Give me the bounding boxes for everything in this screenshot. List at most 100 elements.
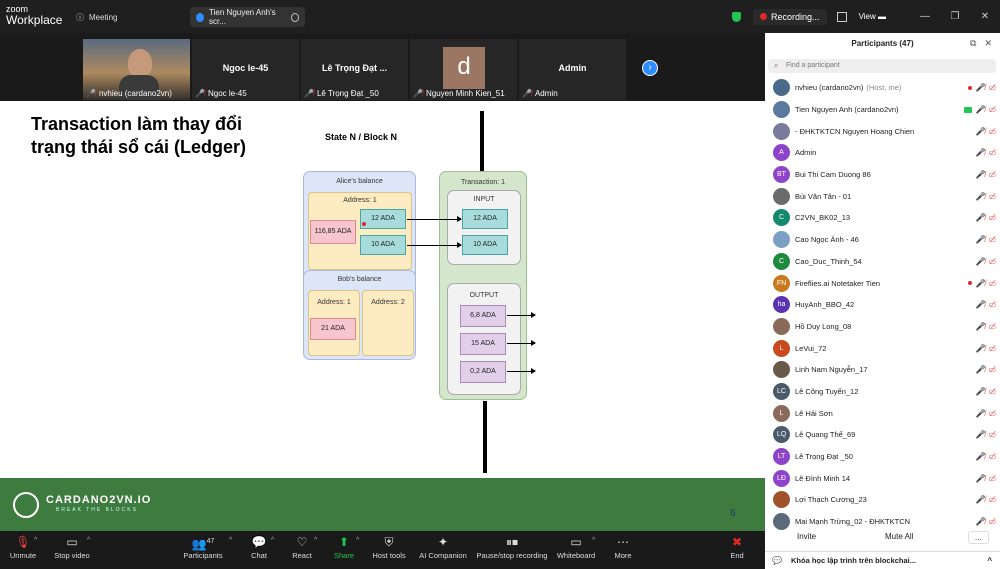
toolbar-label: End <box>730 551 744 560</box>
participant-status: 🎤̸ ▭̸ <box>975 235 996 244</box>
next-page-icon[interactable]: › <box>642 60 658 76</box>
video-off-icon: ▭̸ <box>988 386 996 396</box>
input-label: INPUT <box>473 196 495 203</box>
participant-name-text: nvhieu (cardano2vn) <box>795 83 864 93</box>
brand-name: CARDANO2VN.IO <box>46 494 152 506</box>
screen-share-indicator[interactable]: Tien Nguyen Anh's scr... <box>190 7 305 27</box>
participant-name: HuyAnh_BBO_42 <box>795 300 975 309</box>
meeting-info-button[interactable]: ⓘ Meeting <box>76 12 117 23</box>
participant-row[interactable]: C Cao_Duc_Thinh_54 🎤̸ ▭̸ <box>765 251 1000 273</box>
participant-row[interactable]: Bùi Văn Tân - 01 🎤̸ ▭̸ <box>765 185 1000 207</box>
muted-mic-icon: 🎤̸ <box>975 386 986 396</box>
muted-mic-icon: 🎤̸ <box>975 343 986 353</box>
security-shield-icon[interactable] <box>732 11 742 22</box>
video-strip: 🎤̸ nvhieu (cardano2vn) Ngoc le-45 🎤̸ Ngoc … <box>0 33 765 101</box>
utxo-chip: 116,85 ADA <box>310 220 356 244</box>
participant-row[interactable]: L LeVui_72 🎤̸ ▭̸ <box>765 337 1000 359</box>
meeting-toolbar: 🎙 Unmute ^ ▭ Stop video ^ 👥47 Participants … <box>0 531 765 569</box>
participant-list: nvhieu (cardano2vn) (Host, me) 🎤̸ ▭̸ Tien Ng… <box>765 77 1000 532</box>
close-panel-icon[interactable]: ✕ <box>984 38 992 49</box>
more-button[interactable]: ⋯ More <box>593 533 653 560</box>
avatar: C <box>773 252 790 270</box>
participant-row[interactable]: Cao Ngọc Ánh - 46 🎤̸ ▭̸ <box>765 229 1000 251</box>
video-off-icon: ▭̸ <box>988 300 996 310</box>
chat-preview-bar[interactable]: 💬 Khóa học lập trình trên blockchai... ^ <box>765 551 1000 569</box>
input-chip: 10 ADA <box>462 235 508 255</box>
video-tile[interactable]: Lê Trọng Đạt ... 🎤̸ Lê Trọng Đạt _50 <box>301 39 408 100</box>
participant-name-text: Lê Hải Sơn <box>795 408 833 418</box>
participant-row[interactable]: nvhieu (cardano2vn) (Host, me) 🎤̸ ▭̸ <box>765 77 1000 99</box>
ai-companion-button[interactable]: ✦ AI Companion <box>412 533 474 560</box>
participant-row[interactable]: L Lê Hải Sơn 🎤̸ ▭̸ <box>765 402 1000 424</box>
panel-more-button[interactable]: ... <box>968 531 989 544</box>
participant-status: 🎤̸ ▭̸ <box>975 213 996 222</box>
participant-row[interactable]: LQ Lê Quang Thế_69 🎤̸ ▭̸ <box>765 424 1000 446</box>
close-icon[interactable]: ✕ <box>970 11 1000 22</box>
mute-all-button[interactable]: Mute All <box>879 531 919 542</box>
video-off-icon: ▭̸ <box>988 170 996 180</box>
chevron-up-icon[interactable]: ^ <box>34 537 37 544</box>
participant-row[interactable]: Tien Nguyen Anh (cardano2vn) 🎤̸ ▭̸ <box>765 99 1000 121</box>
sharing-icon <box>964 106 973 113</box>
video-off-icon: ▭̸ <box>988 321 996 331</box>
invite-button[interactable]: Invite <box>791 531 822 542</box>
stop-video-button[interactable]: ▭ Stop video <box>42 533 102 560</box>
avatar <box>773 101 790 119</box>
participant-row[interactable]: ha HuyAnh_BBO_42 🎤̸ ▭̸ <box>765 294 1000 316</box>
view-button[interactable]: View ▬ <box>859 12 886 21</box>
more-icon: ⋯ <box>617 535 629 549</box>
participants-button[interactable]: 👥47 Participants <box>173 533 233 560</box>
muted-mic-icon: 🎤̸ <box>975 126 986 136</box>
toolbar-label: React <box>292 551 312 560</box>
address-label: Address: 1 <box>317 299 351 306</box>
participant-row[interactable]: Hồ Duy Long_08 🎤̸ ▭̸ <box>765 316 1000 338</box>
recording-indicator[interactable]: Recording... <box>753 8 827 25</box>
grid-view-icon[interactable] <box>836 11 847 22</box>
minimize-icon[interactable]: — <box>910 11 940 22</box>
participant-row[interactable]: LĐ Lê Đình Minh 14 🎤̸ ▭̸ <box>765 467 1000 489</box>
participant-name: Cao Ngọc Ánh - 46 <box>795 235 975 244</box>
participant-name-text: Bùi Văn Tân - 01 <box>795 191 852 201</box>
end-button[interactable]: ✖ End <box>707 533 767 560</box>
participant-name-text: Mai Mạnh Trừng_02 - ĐHKTKTCN <box>795 517 911 527</box>
participant-name-text: Hồ Duy Long_08 <box>795 321 852 331</box>
participant-name-text: Lợi Thạch Cương_23 <box>795 495 867 505</box>
toolbar-label: Whiteboard <box>556 551 596 560</box>
participant-row[interactable]: Lợi Thạch Cương_23 🎤̸ ▭̸ <box>765 489 1000 511</box>
video-off-icon: ▭̸ <box>988 83 996 93</box>
video-tile[interactable]: d 🎤̸ Nguyen Minh Kien_51 <box>410 39 517 100</box>
recording-dot-icon <box>968 85 973 90</box>
participant-row[interactable]: - ĐHKTKTCN Nguyen Hoang Chien 🎤̸ ▭̸ <box>765 120 1000 142</box>
participant-row[interactable]: C C2VN_BK02_13 🎤̸ ▭̸ <box>765 207 1000 229</box>
participant-search-input[interactable]: ⌕ Find a participant <box>768 59 996 73</box>
participant-status: 🎤̸ ▭̸ <box>975 322 996 331</box>
participant-name: Admin <box>795 148 975 157</box>
popout-icon[interactable]: ⧉ <box>970 38 976 49</box>
participant-row[interactable]: BT Bui Thi Cam Duong 86 🎤̸ ▭̸ <box>765 164 1000 186</box>
video-off-icon: ▭̸ <box>988 452 996 462</box>
participant-row[interactable]: FN Fireflies.ai Notetaker Tien 🎤̸ ▭̸ <box>765 272 1000 294</box>
pause-stop-recording-button[interactable]: ⏸⏹ Pause/stop recording <box>474 533 550 560</box>
participant-row[interactable]: Linh Nam Nguyễn_17 🎤̸ ▭̸ <box>765 359 1000 381</box>
tile-caption-text: Lê Trọng Đạt _50 <box>316 89 379 98</box>
participant-name-text: Fireflies.ai Notetaker Tien <box>795 278 881 288</box>
participant-row[interactable]: LC Lê Công Tuyến_12 🎤̸ ▭̸ <box>765 381 1000 403</box>
muted-mic-icon: 🎤̸ <box>975 235 986 245</box>
host-tools-button[interactable]: ⛨ Host tools <box>359 533 419 560</box>
video-tile[interactable]: Admin 🎤̸ Admin <box>519 39 626 100</box>
chevron-up-icon[interactable]: ^ <box>87 537 90 544</box>
slide-footer: CARDANO2VN.IO BREAK THE BLOCKS 6 <box>0 478 765 531</box>
video-off-icon: ▭̸ <box>988 343 996 353</box>
video-tile[interactable]: Ngoc le-45 🎤̸ Ngoc le-45 <box>192 39 299 100</box>
restore-icon[interactable]: ❐ <box>940 11 970 22</box>
video-tile[interactable]: 🎤̸ nvhieu (cardano2vn) <box>83 39 190 100</box>
participant-row[interactable]: LT Lê Trọng Đạt _50 🎤̸ ▭̸ <box>765 446 1000 468</box>
avatar <box>773 187 790 205</box>
muted-mic-icon: 🎤̸ <box>195 89 205 98</box>
end-icon: ✖ <box>731 535 743 549</box>
state-label: State N / Block N <box>325 132 398 142</box>
participant-row[interactable]: A Admin 🎤̸ ▭̸ <box>765 142 1000 164</box>
chevron-up-icon[interactable]: ^ <box>987 556 992 565</box>
avatar: FN <box>773 274 790 292</box>
share-options-icon[interactable] <box>290 12 299 22</box>
